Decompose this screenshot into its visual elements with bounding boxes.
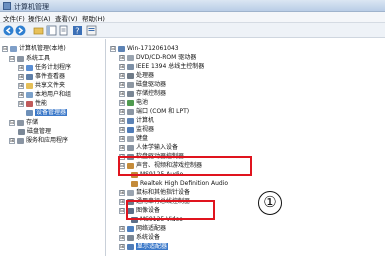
mouse-icon (127, 190, 134, 196)
device-category-processors[interactable]: ⊞ 处理器 (119, 72, 154, 80)
menu-help[interactable]: 帮助(H) (82, 13, 105, 23)
menu-action[interactable]: 操作(A) (28, 13, 51, 23)
tree-item-performance[interactable]: ⊞ 性能 (18, 100, 47, 108)
tree-item-computer-management[interactable]: ⊟ 计算机管理(本地) (2, 45, 66, 53)
window-title: 计算机管理 (14, 3, 49, 11)
console-tree-pane: ⊟ 计算机管理(本地) ⊟ 系统工具 ⊞ 任务计划程序 ⊞ 事件查看器 ⊞ 共享文件夹 ⊞… (0, 39, 106, 256)
storage-icon (17, 120, 24, 126)
computer-management-icon (3, 2, 11, 10)
toolbar: ? (0, 23, 385, 38)
ieee1394-icon (127, 64, 134, 70)
dvd-drive-icon (127, 55, 134, 61)
keyboard-icon (127, 136, 134, 142)
device-category-mice[interactable]: ⊞ 鼠标和其他指针设备 (119, 189, 190, 197)
tree-item-disk-management[interactable]: 磁盘管理 (18, 128, 51, 136)
device-category-dvd[interactable]: ⊞ DVD/CD-ROM 驱动器 (119, 54, 196, 62)
menu-view[interactable]: 查看(V) (55, 13, 78, 23)
battery-icon (127, 100, 134, 106)
tree-item-system-tools[interactable]: ⊟ 系统工具 (9, 55, 50, 63)
export-list-icon[interactable] (58, 25, 69, 36)
device-category-monitors[interactable]: ⊞ 监视器 (119, 126, 154, 134)
device-tree-pane: ⊟ Win-1712061043 ⊞ DVD/CD-ROM 驱动器 ⊞ IEEE 13… (107, 39, 385, 256)
menu-bar: 文件(F) 操作(A) 查看(V) 帮助(H) (0, 12, 385, 23)
device-category-ports[interactable]: ⊞ 端口 (COM 和 LPT) (119, 108, 189, 116)
tree-item-shared-folders[interactable]: ⊞ 共享文件夹 (18, 82, 65, 90)
hid-icon (127, 145, 134, 151)
event-viewer-icon (26, 74, 33, 80)
display-adapter-icon (127, 244, 134, 250)
highlight-box-audio (118, 156, 252, 176)
device-item-realtek-audio[interactable]: Realtek High Definition Audio (131, 180, 228, 188)
task-scheduler-icon (26, 65, 33, 71)
computer-icon (127, 118, 134, 124)
highlight-box-video (126, 200, 215, 220)
monitor-icon (127, 127, 134, 133)
svg-text:?: ? (75, 27, 79, 36)
up-folder-icon[interactable] (33, 25, 44, 36)
speaker-icon (131, 181, 138, 187)
device-category-keyboards[interactable]: ⊞ 键盘 (119, 135, 148, 143)
device-category-hid[interactable]: ⊞ 人体学输入设备 (119, 144, 178, 152)
network-adapter-icon (127, 226, 134, 232)
device-category-batteries[interactable]: ⊞ 电池 (119, 99, 148, 107)
tools-icon (17, 56, 24, 62)
menu-file[interactable]: 文件(F) (3, 13, 25, 23)
title-bar: 计算机管理 (0, 0, 385, 12)
services-icon (17, 138, 24, 144)
device-category-disk-drives[interactable]: ⊞ 磁盘驱动器 (119, 81, 166, 89)
computer-icon (118, 46, 125, 52)
disk-management-icon (18, 129, 25, 135)
shared-folder-icon (26, 83, 33, 89)
properties-icon[interactable] (86, 25, 97, 36)
show-tree-icon[interactable] (46, 25, 57, 36)
disk-drive-icon (127, 82, 134, 88)
forward-arrow-icon[interactable] (15, 25, 26, 36)
storage-controller-icon (127, 91, 134, 97)
device-category-storage-controllers[interactable]: ⊞ 存储控制器 (119, 90, 166, 98)
device-category-system-devices[interactable]: ⊞ 系统设备 (119, 234, 160, 242)
performance-icon (26, 101, 33, 107)
back-arrow-icon[interactable] (3, 25, 14, 36)
device-category-display-adapters[interactable]: ⊞ 显示适配器 (119, 243, 169, 251)
system-device-icon (127, 235, 134, 241)
tree-item-services-apps[interactable]: ⊞ 服务和应用程序 (9, 137, 68, 145)
device-tree-root[interactable]: ⊟ Win-1712061043 (110, 45, 179, 53)
tree-item-event-viewer[interactable]: ⊞ 事件查看器 (18, 73, 65, 81)
users-icon (26, 92, 33, 98)
step-number-annotation: ① (258, 191, 282, 215)
help-icon[interactable]: ? (72, 25, 83, 36)
tree-item-task-scheduler[interactable]: ⊞ 任务计划程序 (18, 64, 71, 72)
device-manager-icon (26, 110, 33, 116)
device-category-ieee1394[interactable]: ⊞ IEEE 1394 总线主控制器 (119, 63, 204, 71)
device-category-computer[interactable]: ⊞ 计算机 (119, 117, 154, 125)
processor-icon (127, 73, 134, 79)
device-category-network-adapters[interactable]: ⊞ 网络适配器 (119, 225, 166, 233)
port-icon (127, 109, 134, 115)
computer-management-icon (10, 46, 17, 52)
tree-item-local-users-groups[interactable]: ⊞ 本地用户和组 (18, 91, 71, 99)
tree-item-storage[interactable]: ⊟ 存储 (9, 119, 38, 127)
tree-item-device-manager[interactable]: 设备管理器 (26, 109, 68, 117)
